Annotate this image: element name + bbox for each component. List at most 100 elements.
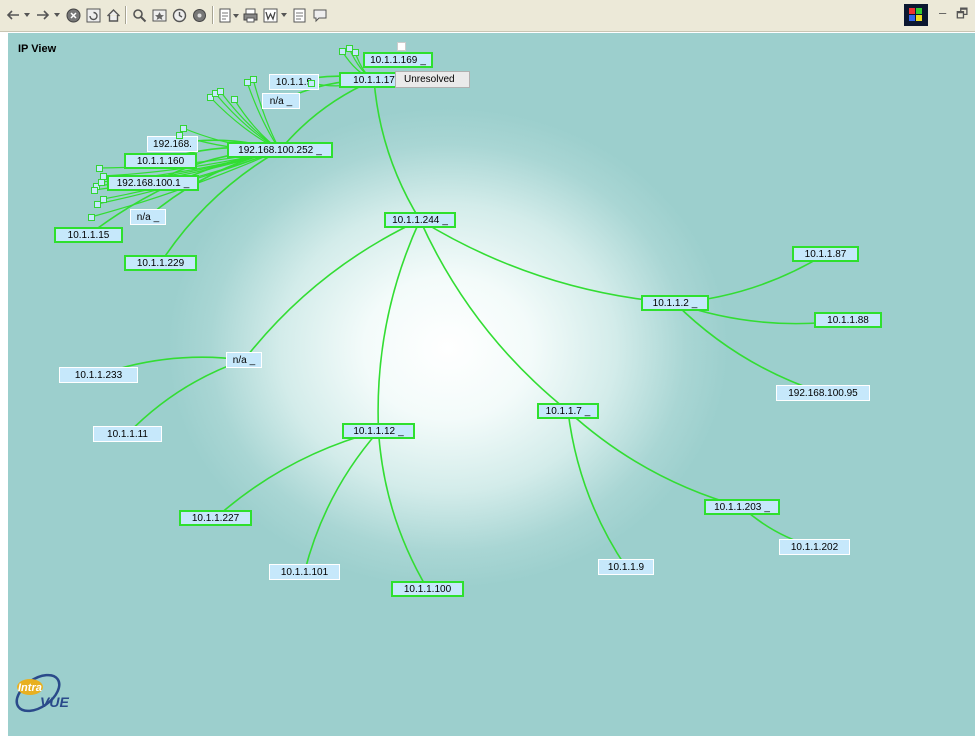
- expand-toggle-icon[interactable]: _: [184, 178, 190, 189]
- messenger-icon[interactable]: [312, 7, 328, 23]
- ip-node-label: 10.1.1.244: [392, 214, 440, 226]
- history-icon[interactable]: [172, 7, 187, 23]
- network-link: [377, 219, 421, 432]
- collapsed-node-icon[interactable]: [88, 214, 95, 221]
- expand-toggle-icon[interactable]: _: [420, 55, 426, 66]
- intravue-logo: Intra VUE: [8, 667, 78, 722]
- ip-node[interactable]: 10.1.1.88: [814, 312, 882, 328]
- ip-node[interactable]: 10.1.1.15: [54, 227, 123, 243]
- ip-node-label: 10.1.1.2: [652, 297, 689, 309]
- collapsed-node-icon[interactable]: [100, 196, 107, 203]
- discuss-icon[interactable]: [292, 7, 307, 23]
- ip-node[interactable]: 10.1.1.87: [792, 246, 859, 262]
- ip-node[interactable]: 10.1.1.160: [124, 153, 197, 169]
- network-link: [419, 219, 569, 412]
- ip-node[interactable]: 10.1.1.227: [179, 510, 252, 526]
- svg-text:Intra: Intra: [18, 682, 42, 694]
- collapsed-node-icon[interactable]: [217, 88, 224, 95]
- forward-arrow-icon[interactable]: [36, 7, 50, 23]
- expand-toggle-icon[interactable]: _: [154, 212, 160, 223]
- ip-node[interactable]: 10.1.1.7 _: [537, 403, 599, 419]
- restore-button[interactable]: 🗗: [956, 5, 968, 27]
- ip-node[interactable]: 192.168.100.252 _: [227, 142, 333, 158]
- favorites-icon[interactable]: [152, 7, 167, 23]
- ip-node-label: 10.1.1.233: [74, 369, 123, 381]
- collapsed-node-icon[interactable]: [250, 76, 257, 83]
- ip-node-label: n/a: [269, 95, 284, 107]
- refresh-icon[interactable]: [86, 7, 101, 23]
- ip-node-label: 192.168.100.95: [788, 387, 858, 399]
- toolbar-separator: [212, 6, 214, 24]
- expand-toggle-icon[interactable]: _: [692, 298, 698, 309]
- ip-node[interactable]: 10.1.1.2 _: [641, 295, 709, 311]
- ip-node[interactable]: n/a _: [226, 352, 262, 368]
- expand-toggle-icon[interactable]: _: [250, 355, 256, 366]
- back-arrow-icon[interactable]: [6, 7, 20, 23]
- ip-node-label: 10.1.1.9: [275, 76, 313, 88]
- ip-node[interactable]: 10.1.1.9: [598, 559, 654, 575]
- network-link: [303, 430, 380, 573]
- collapsed-links: [90, 47, 375, 218]
- ip-node[interactable]: 10.1.1.203 _: [704, 499, 780, 515]
- network-link: [126, 359, 245, 435]
- browser-toolbar: – 🗗: [0, 0, 975, 32]
- ip-node[interactable]: n/a _: [262, 93, 300, 109]
- ip-node[interactable]: 10.1.1.11: [93, 426, 162, 442]
- ip-node[interactable]: 192.168.100.95: [776, 385, 870, 401]
- ip-node[interactable]: 10.1.1.229: [124, 255, 197, 271]
- forward-dropdown-icon[interactable]: [54, 7, 60, 23]
- collapsed-node-icon[interactable]: [352, 49, 359, 56]
- ip-node[interactable]: 192.168.100.1 _: [107, 175, 199, 191]
- back-dropdown-icon[interactable]: [24, 7, 30, 23]
- ip-node-label: 10.1.1.227: [191, 512, 240, 524]
- collapsed-node-icon[interactable]: [308, 80, 315, 87]
- ip-node[interactable]: n/a _: [130, 209, 166, 225]
- ip-node[interactable]: 192.168.: [147, 136, 198, 152]
- print-icon[interactable]: [243, 7, 258, 23]
- collapsed-node-icon[interactable]: [339, 48, 346, 55]
- edit-icon[interactable]: [219, 7, 239, 23]
- expand-toggle-icon[interactable]: _: [287, 96, 293, 107]
- expand-toggle-icon[interactable]: _: [442, 215, 448, 226]
- network-link: [674, 302, 824, 394]
- ip-node-label: 10.1.1.202: [790, 541, 839, 553]
- ip-node[interactable]: 10.1.1.202: [779, 539, 850, 555]
- network-link: [373, 79, 421, 221]
- minimize-button[interactable]: –: [939, 5, 946, 20]
- collapsed-node-icon[interactable]: [176, 132, 183, 139]
- ip-node-label: 192.168.100.1: [116, 177, 181, 189]
- ip-node-label: 10.1.1.9: [607, 561, 645, 573]
- word-icon[interactable]: [263, 7, 278, 23]
- ip-node-label: 10.1.1.169: [370, 54, 418, 66]
- ip-node-label: 10.1.1.160: [136, 155, 185, 167]
- collapsed-node-icon[interactable]: [96, 165, 103, 172]
- ip-node-label: 10.1.1.229: [136, 257, 185, 269]
- ip-node-label: n/a: [232, 354, 247, 366]
- collapsed-node-icon[interactable]: [98, 179, 105, 186]
- word-dropdown-icon[interactable]: [281, 7, 287, 23]
- ip-node[interactable]: 10.1.1.244 _: [384, 212, 456, 228]
- svg-text:VUE: VUE: [40, 694, 69, 710]
- expand-toggle-icon[interactable]: _: [398, 426, 404, 437]
- ip-view-canvas: IP View 10.1.1.169 _ 10.1.1.17 10.1.1.9 n/a _…: [8, 33, 975, 736]
- collapsed-node-icon[interactable]: [180, 125, 187, 132]
- ip-node-label: 10.1.1.101: [280, 566, 329, 578]
- stop-icon[interactable]: [66, 7, 81, 23]
- ip-node-label: 10.1.1.15: [67, 229, 110, 241]
- search-icon[interactable]: [132, 7, 147, 23]
- ip-node[interactable]: 10.1.1.233: [59, 367, 138, 383]
- media-icon[interactable]: [192, 7, 207, 23]
- ip-node[interactable]: 10.1.1.100: [391, 581, 464, 597]
- collapsed-node-icon[interactable]: [91, 187, 98, 194]
- ip-node-label: 10.1.1.87: [804, 248, 847, 260]
- home-icon[interactable]: [106, 7, 121, 23]
- ip-node[interactable]: 10.1.1.169 _: [363, 52, 433, 68]
- ip-node[interactable]: 10.1.1.12 _: [342, 423, 415, 439]
- ip-node-label: n/a: [136, 211, 151, 223]
- network-link: [214, 430, 379, 519]
- expand-toggle-icon[interactable]: _: [764, 502, 770, 513]
- ip-node[interactable]: 10.1.1.101: [269, 564, 340, 580]
- expand-toggle-icon[interactable]: _: [585, 406, 591, 417]
- collapsed-node-icon[interactable]: [231, 96, 238, 103]
- expand-toggle-icon[interactable]: _: [316, 145, 322, 156]
